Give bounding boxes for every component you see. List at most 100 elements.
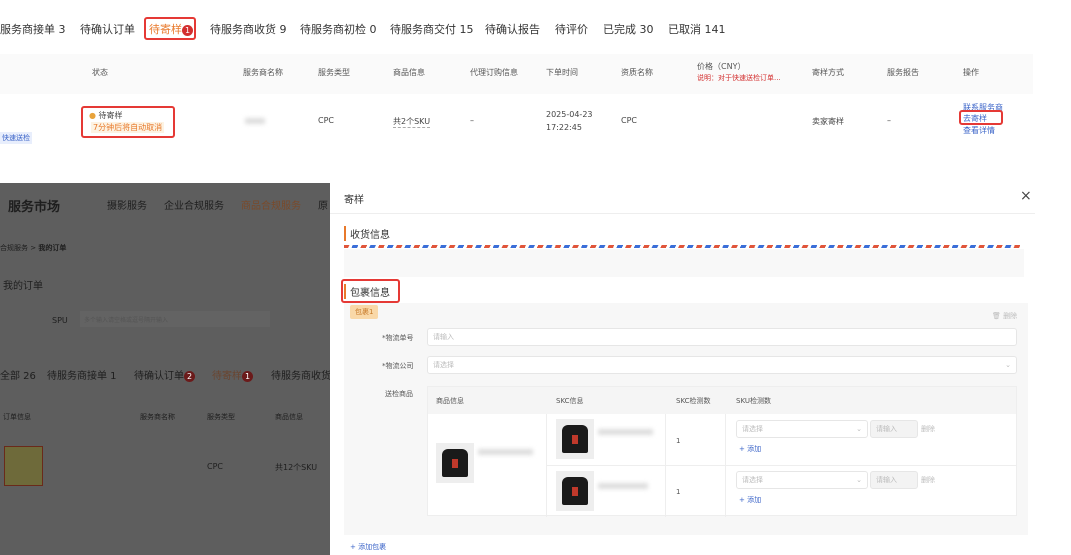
breadcrumb-current: 我的订单: [38, 244, 67, 252]
bg-tab-pending-receive[interactable]: 待服务商收货: [271, 367, 331, 382]
tab-pending-inspect[interactable]: 待服务商初检 0: [300, 21, 377, 37]
sku-select[interactable]: 请选择 ⌄: [736, 420, 868, 438]
product-image: [436, 443, 474, 483]
service-type-value: CPC: [318, 116, 334, 125]
goods-col-sku-count: SKU检测数: [736, 397, 771, 405]
count-badge: 2: [184, 370, 195, 382]
count-badge: 1: [242, 370, 253, 382]
breadcrumb-parent[interactable]: 合规服务: [0, 244, 28, 252]
receive-info-heading: 收货信息: [344, 226, 390, 241]
goods-label: 送检商品: [385, 390, 413, 398]
view-detail-link[interactable]: 查看详情: [963, 125, 995, 136]
bg-row-product: 共12个SKU: [275, 463, 318, 472]
ship-sample-link[interactable]: 去寄样: [963, 113, 987, 124]
add-package-button[interactable]: + 添加包裹: [350, 542, 386, 552]
tab-completed[interactable]: 已完成 30: [603, 21, 654, 37]
skc-count: 1: [676, 488, 681, 496]
bg-tab-pending-confirm[interactable]: 待确认订单 2: [134, 367, 195, 382]
skc-info-blurred: [598, 483, 648, 489]
divider: [546, 465, 1016, 466]
status-text: ● 待寄样: [89, 111, 123, 120]
modal-title: 寄样: [344, 195, 364, 206]
nav-more[interactable]: 原: [318, 197, 328, 212]
chevron-down-icon: ⌄: [856, 425, 862, 433]
sku-count-input[interactable]: 请输入: [870, 471, 918, 489]
bg-tab-all[interactable]: 全部 26: [0, 367, 36, 382]
logistics-company-select[interactable]: 请选择 ⌄: [427, 356, 1017, 374]
delete-package-button[interactable]: 🗑 删除: [992, 311, 1017, 321]
countdown-text: 7分钟后将自动取消: [91, 122, 165, 133]
order-date: 2025-04-23: [546, 110, 593, 119]
tab-pending-accept[interactable]: 服务商接单 3: [0, 21, 66, 37]
order-time: 17:22:45: [546, 123, 582, 132]
ship-sample-modal: 寄样 × 收货信息 包裹信息 包裹1 🗑 删除 *物流单号 请输入 *物流公司 …: [330, 183, 1035, 555]
nav-photo[interactable]: 摄影服务: [107, 197, 147, 212]
bg-col-product: 商品信息: [275, 413, 303, 421]
bg-col-order: 订单信息: [3, 413, 31, 421]
col-qualification: 资质名称: [621, 68, 653, 77]
shipping-value: 卖家寄样: [812, 117, 844, 126]
breadcrumb-separator: >: [30, 244, 37, 252]
tab-pending-sample[interactable]: 待寄样 1: [149, 21, 193, 37]
provider-name-blurred: [245, 118, 265, 124]
tab-pending-report[interactable]: 待确认报告: [485, 21, 540, 37]
count-badge: 1: [182, 24, 193, 36]
page-title: 我的订单: [3, 281, 43, 292]
sku-select[interactable]: 请选择 ⌄: [736, 471, 868, 489]
bg-tab-pending-accept[interactable]: 待服务商接单 1: [47, 367, 117, 382]
tab-pending-receive[interactable]: 待服务商收货 9: [210, 21, 287, 37]
status-label: 待寄样: [98, 111, 123, 120]
spu-label: SPU: [52, 316, 68, 325]
placeholder: 请输入: [876, 425, 897, 433]
placeholder: 请输入: [433, 333, 454, 341]
placeholder: 请输入: [876, 476, 897, 484]
bg-row-type: CPC: [207, 462, 223, 471]
tracking-label: *物流单号: [382, 334, 414, 342]
placeholder: 请选择: [742, 425, 763, 433]
tab-pending-confirm[interactable]: 待确认订单: [80, 21, 135, 37]
spu-input[interactable]: 多个输入请空格或逗号隔开输入: [80, 311, 270, 327]
add-sku-button[interactable]: + 添加: [739, 444, 761, 454]
order-thumbnail: [4, 446, 43, 486]
fast-inspect-tag: 快速送检: [0, 132, 32, 144]
bg-tab-pending-sample[interactable]: 待寄样 1: [212, 367, 253, 382]
background-page-overlay: 服务市场 摄影服务 企业合规服务 商品合规服务 原 合规服务 > 我的订单 我的…: [0, 183, 331, 555]
col-proxy: 代理订购信息: [470, 68, 518, 77]
col-order-time: 下单时间: [546, 68, 578, 77]
tab-label: 待寄样: [149, 23, 182, 36]
nav-compliance[interactable]: 企业合规服务: [164, 197, 224, 212]
qualification-value: CPC: [621, 116, 637, 125]
placeholder: 请选择: [433, 361, 454, 369]
delete-label: 删除: [1003, 312, 1018, 320]
tab-label: 待寄样: [212, 371, 242, 382]
nav-product-compliance[interactable]: 商品合规服务: [241, 197, 301, 212]
remove-sku-button[interactable]: 删除: [921, 475, 935, 485]
tracking-number-input[interactable]: 请输入: [427, 328, 1017, 346]
col-shipping: 寄样方式: [812, 68, 844, 77]
tab-pending-review[interactable]: 待评价: [555, 21, 588, 37]
tab-cancelled[interactable]: 已取消 141: [668, 21, 726, 37]
package-info-heading: 包裹信息: [344, 284, 390, 299]
col-status: 状态: [92, 68, 108, 77]
brand-title: 服务市场: [8, 200, 61, 215]
price-note: 说明：对于快速送检订单...: [697, 74, 781, 82]
sku-count-input[interactable]: 请输入: [870, 420, 918, 438]
close-icon[interactable]: ×: [1020, 188, 1032, 204]
product-name-blurred: [478, 449, 533, 455]
remove-sku-button[interactable]: 删除: [921, 424, 935, 434]
package-tag: 包裹1: [350, 305, 379, 319]
goods-col-product: 商品信息: [436, 397, 464, 405]
placeholder: 请选择: [742, 476, 763, 484]
goods-col-skc: SKC信息: [556, 397, 584, 405]
tab-label: 待确认订单: [134, 371, 184, 382]
col-product: 商品信息: [393, 68, 425, 77]
tab-pending-deliver[interactable]: 待服务商交付 15: [390, 21, 474, 37]
goods-table-header: [428, 387, 1016, 414]
add-sku-button[interactable]: + 添加: [739, 495, 761, 505]
airmail-border: [344, 245, 1020, 248]
bg-col-provider: 服务商名称: [140, 413, 175, 421]
col-provider: 服务商名称: [243, 68, 283, 77]
divider: [330, 213, 1035, 214]
goods-table: 商品信息 SKC信息 SKC检测数 SKU检测数 1 1 请选择 ⌄ 请输入 删除…: [427, 386, 1017, 517]
product-sku-link[interactable]: 共2个SKU: [393, 116, 431, 128]
